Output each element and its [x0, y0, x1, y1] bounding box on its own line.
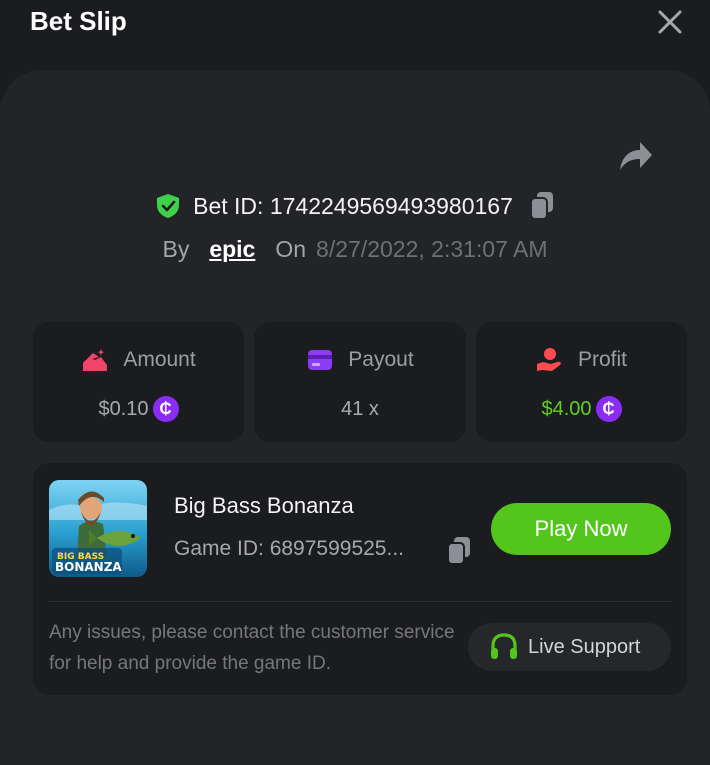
payout-label: Payout: [348, 348, 414, 371]
copy-icon[interactable]: [446, 536, 472, 566]
bet-meta-row: By epic On 8/27/2022, 2:31:07 AM: [0, 232, 710, 266]
amount-value: $0.10: [98, 397, 149, 420]
thumb-logo-line2: BONANZA: [55, 560, 122, 574]
bag-icon: [83, 349, 108, 371]
live-support-button[interactable]: Live Support: [468, 623, 671, 671]
by-label: By: [162, 235, 190, 262]
on-label: On: [275, 235, 307, 262]
close-button[interactable]: [652, 4, 688, 40]
bet-id-row: Bet ID: 1742249569493980167: [0, 188, 710, 224]
support-help-text: Any issues, please contact the customer …: [49, 622, 455, 674]
money-hand-icon: [536, 348, 561, 371]
copy-icon[interactable]: [529, 191, 555, 221]
profit-card: Profit $4.00 ₵: [476, 322, 687, 442]
payout-value: 41 x: [341, 397, 379, 420]
username-link[interactable]: epic: [209, 236, 255, 263]
header: Bet Slip: [0, 0, 710, 70]
game-id: Game ID: 6897599525...: [174, 537, 404, 560]
game-name: Big Bass Bonanza: [174, 493, 354, 518]
page-title: Bet Slip: [30, 6, 127, 36]
shield-check-icon: [157, 194, 180, 218]
game-card: BIG BASS BONANZA Big Bass Bonanza Game I…: [33, 463, 687, 695]
card-icon: [308, 350, 333, 370]
share-icon: [620, 142, 652, 170]
coin-icon: ₵: [595, 396, 622, 422]
close-icon: [658, 10, 682, 34]
share-button[interactable]: [616, 138, 654, 174]
divider: [49, 601, 671, 602]
headset-icon: [491, 633, 517, 659]
amount-label: Amount: [123, 348, 196, 371]
coin-icon: ₵: [152, 396, 179, 422]
game-thumbnail-art: BIG BASS BONANZA: [49, 480, 147, 577]
profit-label: Profit: [577, 348, 627, 371]
profit-value: $4.00: [541, 397, 592, 420]
amount-card: Amount $0.10 ₵: [33, 322, 244, 442]
payout-card: Payout 41 x: [254, 322, 466, 442]
game-thumbnail[interactable]: BIG BASS BONANZA: [49, 480, 147, 577]
bet-datetime: 8/27/2022, 2:31:07 AM: [316, 235, 548, 262]
bet-id: Bet ID: 1742249569493980167: [193, 192, 513, 219]
play-now-button[interactable]: Play Now: [491, 503, 671, 555]
live-support-label: Live Support: [528, 635, 641, 658]
